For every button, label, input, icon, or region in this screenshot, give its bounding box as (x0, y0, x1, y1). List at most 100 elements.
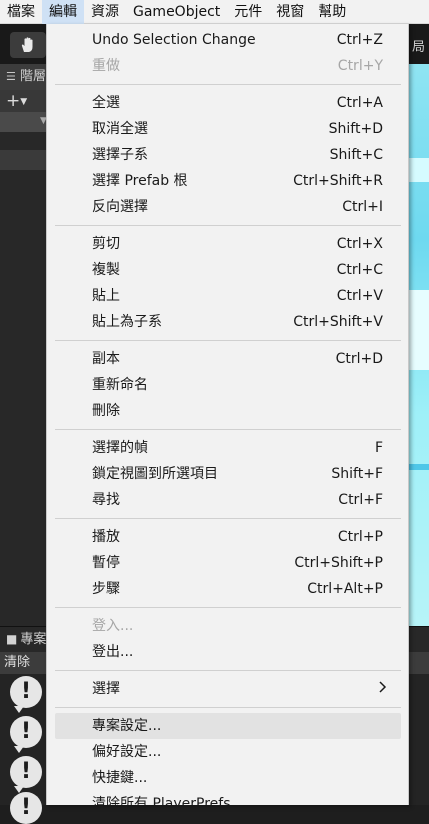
menu-item-label: 登出... (92, 644, 134, 660)
menu-item-label: 專案設定... (92, 718, 162, 734)
menu-item-label: 選擇 (92, 681, 120, 697)
menu-separator (55, 84, 401, 85)
menu-item-project-settings[interactable]: 專案設定... (55, 713, 401, 739)
menu-item-label: 播放 (92, 529, 120, 545)
menu-item-shortcut: Ctrl+D (335, 351, 383, 367)
add-icon[interactable]: + (6, 91, 20, 111)
menu-item-label: 反向選擇 (92, 199, 148, 215)
menu-separator (55, 518, 401, 519)
menu-item-shortcut: Ctrl+C (336, 262, 383, 278)
menu-item-select-all[interactable]: 全選 Ctrl+A (55, 90, 401, 116)
menu-item-pause[interactable]: 暫停 Ctrl+Shift+P (55, 550, 401, 576)
tab-hierarchy[interactable]: ☰ 階層 (0, 64, 52, 90)
warning-icon: ! (10, 716, 42, 748)
menu-item-shortcut: Ctrl+Alt+P (307, 581, 383, 597)
hand-tool-button[interactable] (10, 32, 46, 58)
menu-item-label: 貼上 (92, 288, 120, 304)
menu-item-redo: 重做 Ctrl+Y (55, 53, 401, 79)
menubar: 檔案 編輯 資源 GameObject 元件 視窗 幫助 (0, 0, 429, 24)
menu-item-cut[interactable]: 剪切 Ctrl+X (55, 231, 401, 257)
menu-separator (55, 225, 401, 226)
hierarchy-tab-label: 階層 (20, 69, 47, 84)
menu-item-delete[interactable]: 刪除 (55, 398, 401, 424)
menu-item-label: 剪切 (92, 236, 120, 252)
menu-item-rename[interactable]: 重新命名 (55, 372, 401, 398)
menu-item-shortcut: Ctrl+P (337, 529, 383, 545)
menu-item-play[interactable]: 播放 Ctrl+P (55, 524, 401, 550)
menu-item-label: 刪除 (92, 403, 120, 419)
menu-separator (55, 670, 401, 671)
menu-item-shortcut: Shift+C (329, 147, 383, 163)
menu-item-selection-submenu[interactable]: 選擇 (55, 676, 401, 702)
menu-edit[interactable]: 編輯 (42, 0, 84, 24)
menu-item-label: 重新命名 (92, 377, 148, 393)
hierarchy-panel: ☰ 階層 +▼ ▼ (0, 64, 52, 632)
hand-icon (21, 37, 33, 52)
layout-dropdown[interactable]: 局 (412, 36, 425, 55)
menu-item-shortcut: Ctrl+V (336, 288, 383, 304)
menu-help[interactable]: 幫助 (311, 0, 353, 24)
console-clear-button[interactable]: 清除 (4, 655, 30, 670)
menu-item-frame-selected[interactable]: 選擇的幀 F (55, 435, 401, 461)
menu-item-shortcut: Ctrl+F (338, 492, 383, 508)
menu-assets[interactable]: 資源 (84, 0, 126, 24)
menu-item-copy[interactable]: 複製 Ctrl+C (55, 257, 401, 283)
menu-item-label: 全選 (92, 95, 120, 111)
warning-icon: ! (10, 676, 42, 708)
menu-item-shortcut: Shift+F (331, 466, 383, 482)
menu-file[interactable]: 檔案 (0, 0, 42, 24)
edit-menu-dropdown: Undo Selection Change Ctrl+Z 重做 Ctrl+Y 全… (46, 24, 409, 805)
menu-gameobject[interactable]: GameObject (126, 0, 227, 24)
menu-item-shortcut: Ctrl+A (336, 95, 383, 111)
menu-item-paste[interactable]: 貼上 Ctrl+V (55, 283, 401, 309)
menu-item-preferences[interactable]: 偏好設定... (55, 739, 401, 765)
menu-item-label: 步驟 (92, 581, 120, 597)
menu-item-label: 選擇 Prefab 根 (92, 173, 188, 189)
warning-icon-tail (14, 746, 24, 753)
project-tab-label: 專案 (20, 632, 47, 647)
menu-item-duplicate[interactable]: 副本 Ctrl+D (55, 346, 401, 372)
menu-item-shortcut: Ctrl+Shift+P (294, 555, 383, 571)
menu-separator (55, 607, 401, 608)
menu-item-clear-playerprefs[interactable]: 清除所有 PlayerPrefs (55, 791, 401, 805)
menu-item-label: 選擇的幀 (92, 440, 148, 456)
caret-down-icon[interactable]: ▼ (20, 97, 27, 107)
menu-item-shortcut: Ctrl+X (336, 236, 383, 252)
menu-item-label: 快捷鍵... (92, 770, 148, 786)
menu-item-label: 貼上為子系 (92, 314, 162, 330)
menu-item-invert-selection[interactable]: 反向選擇 Ctrl+I (55, 194, 401, 220)
menu-item-lock-view[interactable]: 鎖定視圖到所選項目 Shift+F (55, 461, 401, 487)
menu-item-shortcut: Shift+D (328, 121, 383, 137)
menu-item-find[interactable]: 尋找 Ctrl+F (55, 487, 401, 513)
menu-item-shortcut: Ctrl+Shift+V (293, 314, 383, 330)
menu-item-shortcut: Ctrl+Z (336, 32, 383, 48)
menu-item-label: Undo Selection Change (92, 32, 256, 48)
menu-item-shortcut: Ctrl+Shift+R (293, 173, 383, 189)
menu-item-label: 副本 (92, 351, 120, 367)
menu-item-label: 登入... (92, 618, 134, 634)
menu-window[interactable]: 視窗 (269, 0, 311, 24)
menu-item-label: 鎖定視圖到所選項目 (92, 466, 218, 482)
menu-item-undo[interactable]: Undo Selection Change Ctrl+Z (55, 27, 401, 53)
menu-item-label: 複製 (92, 262, 120, 278)
menu-item-label: 選擇子系 (92, 147, 148, 163)
menu-item-select-prefab-root[interactable]: 選擇 Prefab 根 Ctrl+Shift+R (55, 168, 401, 194)
list-icon: ☰ (6, 70, 16, 83)
menu-item-step[interactable]: 步驟 Ctrl+Alt+P (55, 576, 401, 602)
chevron-right-icon (378, 676, 387, 702)
menu-component[interactable]: 元件 (227, 0, 269, 24)
menu-item-shortcuts[interactable]: 快捷鍵... (55, 765, 401, 791)
warning-icon-tail (14, 706, 24, 713)
menu-item-sign-out[interactable]: 登出... (55, 639, 401, 665)
menu-item-select-children[interactable]: 選擇子系 Shift+C (55, 142, 401, 168)
menu-separator (55, 707, 401, 708)
menu-item-label: 偏好設定... (92, 744, 162, 760)
folder-icon: ■ (6, 632, 18, 646)
warning-icon: ! (10, 792, 42, 824)
warning-icon: ! (10, 756, 42, 788)
hierarchy-search[interactable]: ▼ (0, 112, 52, 132)
hierarchy-row[interactable] (0, 150, 52, 170)
menu-item-deselect-all[interactable]: 取消全選 Shift+D (55, 116, 401, 142)
menu-item-paste-as-child[interactable]: 貼上為子系 Ctrl+Shift+V (55, 309, 401, 335)
menu-item-label: 尋找 (92, 492, 120, 508)
